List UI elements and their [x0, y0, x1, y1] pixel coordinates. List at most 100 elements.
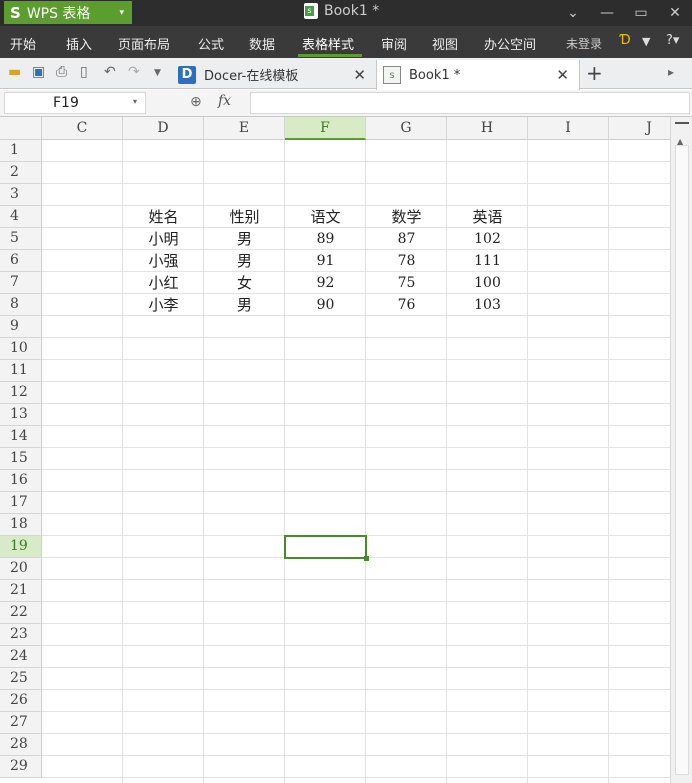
row-header-24[interactable]: 24	[0, 646, 42, 668]
table-cell[interactable]: 小强	[123, 250, 204, 271]
tab-list-icon[interactable]: ▸	[668, 65, 674, 79]
login-link[interactable]: 未登录	[566, 35, 602, 52]
column-header-d[interactable]: D	[123, 117, 204, 140]
menu-review[interactable]: 审阅	[381, 34, 407, 53]
column-header-h[interactable]: H	[447, 117, 528, 140]
shirt-icon[interactable]: ▼	[642, 35, 650, 48]
column-header-c[interactable]: C	[42, 117, 123, 140]
tab-book1[interactable]: s Book1 * ✕	[376, 60, 580, 90]
menu-data[interactable]: 数据	[249, 34, 275, 53]
row-header-16[interactable]: 16	[0, 470, 42, 492]
row-header-10[interactable]: 10	[0, 338, 42, 360]
table-cell[interactable]: 78	[366, 250, 447, 271]
tab-docer[interactable]: D Docer-在线模板 ✕	[172, 60, 376, 89]
chevron-down-icon[interactable]: ▾	[133, 97, 137, 106]
row-header-13[interactable]: 13	[0, 404, 42, 426]
row-header-28[interactable]: 28	[0, 734, 42, 756]
table-cell[interactable]: 小明	[123, 228, 204, 249]
row-header-18[interactable]: 18	[0, 514, 42, 536]
active-cell-selection[interactable]	[284, 535, 369, 561]
table-header-cell[interactable]: 英语	[447, 206, 528, 227]
close-icon[interactable]: ✕	[353, 66, 366, 84]
menu-formulas[interactable]: 公式	[198, 34, 224, 53]
vertical-scrollbar[interactable]: ▲	[670, 117, 692, 783]
spreadsheet-grid[interactable]: C D E F G H I J 1 2 3 4 5 6 7 8 9 10 11 12 13 14 15 16 17 18 19 20 2…	[0, 117, 670, 783]
row-header-11[interactable]: 11	[0, 360, 42, 382]
folder-icon[interactable]: ▬	[8, 64, 21, 80]
table-cell[interactable]: 76	[366, 294, 447, 315]
row-header-14[interactable]: 14	[0, 426, 42, 448]
row-header-23[interactable]: 23	[0, 624, 42, 646]
table-cell[interactable]: 111	[447, 250, 528, 271]
skin-icon[interactable]: Ɗ	[620, 33, 631, 48]
row-header-26[interactable]: 26	[0, 690, 42, 712]
function-icon[interactable]: fx	[218, 93, 231, 109]
formula-input[interactable]	[250, 92, 690, 114]
row-header-17[interactable]: 17	[0, 492, 42, 514]
row-header-7[interactable]: 7	[0, 272, 42, 294]
redo-icon[interactable]: ↷	[128, 64, 140, 80]
table-cell[interactable]: 小李	[123, 294, 204, 315]
menu-home[interactable]: 开始	[10, 34, 36, 53]
row-header-4[interactable]: 4	[0, 206, 42, 228]
dropdown-button[interactable]: ⌄	[556, 0, 590, 26]
row-header-27[interactable]: 27	[0, 712, 42, 734]
help-icon[interactable]: ?▾	[666, 33, 679, 48]
column-header-i[interactable]: I	[528, 117, 609, 140]
table-cell[interactable]: 87	[366, 228, 447, 249]
table-cell[interactable]: 92	[285, 272, 366, 293]
row-header-2[interactable]: 2	[0, 162, 42, 184]
save-icon[interactable]: ▣	[32, 64, 45, 80]
table-header-cell[interactable]: 语文	[285, 206, 366, 227]
scrollbar-thumb[interactable]	[675, 145, 689, 775]
table-cell[interactable]: 女	[204, 272, 285, 293]
table-cell[interactable]: 102	[447, 228, 528, 249]
menu-office-space[interactable]: 办公空间	[484, 34, 536, 53]
minimize-button[interactable]: —	[590, 0, 624, 26]
dropdown-icon[interactable]: ▼	[154, 68, 161, 78]
menu-insert[interactable]: 插入	[66, 34, 92, 53]
app-menu-button[interactable]: S WPS 表格 ▾	[4, 1, 132, 24]
menu-view[interactable]: 视图	[432, 34, 458, 53]
table-cell[interactable]: 男	[204, 294, 285, 315]
print-preview-icon[interactable]: ▯	[80, 64, 88, 80]
table-cell[interactable]: 91	[285, 250, 366, 271]
print-icon[interactable]: ⎙	[56, 64, 67, 80]
table-cell[interactable]: 男	[204, 228, 285, 249]
name-box[interactable]: F19	[4, 92, 146, 114]
menu-table-style[interactable]: 表格样式	[302, 34, 354, 53]
column-header-g[interactable]: G	[366, 117, 447, 140]
row-header-19[interactable]: 19	[0, 536, 42, 558]
close-icon[interactable]: ✕	[556, 66, 569, 84]
row-header-8[interactable]: 8	[0, 294, 42, 316]
fill-handle[interactable]	[364, 556, 369, 561]
menu-page-layout[interactable]: 页面布局	[118, 34, 170, 53]
zoom-icon[interactable]: ⊕	[190, 94, 202, 110]
new-tab-button[interactable]: +	[586, 61, 603, 85]
table-cell[interactable]: 75	[366, 272, 447, 293]
row-header-15[interactable]: 15	[0, 448, 42, 470]
column-header-j[interactable]: J	[609, 117, 670, 140]
row-header-6[interactable]: 6	[0, 250, 42, 272]
table-header-cell[interactable]: 数学	[366, 206, 447, 227]
table-cell[interactable]: 89	[285, 228, 366, 249]
column-header-f[interactable]: F	[285, 117, 366, 140]
row-header-22[interactable]: 22	[0, 602, 42, 624]
table-cell[interactable]: 男	[204, 250, 285, 271]
row-header-29[interactable]: 29	[0, 756, 42, 778]
table-header-cell[interactable]: 性别	[204, 206, 285, 227]
row-header-25[interactable]: 25	[0, 668, 42, 690]
row-header-9[interactable]: 9	[0, 316, 42, 338]
undo-icon[interactable]: ↶	[104, 64, 116, 80]
select-all-corner[interactable]	[0, 117, 42, 140]
row-header-20[interactable]: 20	[0, 558, 42, 580]
row-header-12[interactable]: 12	[0, 382, 42, 404]
row-header-3[interactable]: 3	[0, 184, 42, 206]
row-header-1[interactable]: 1	[0, 140, 42, 162]
table-cell[interactable]: 100	[447, 272, 528, 293]
table-cell[interactable]: 小红	[123, 272, 204, 293]
table-cell[interactable]: 103	[447, 294, 528, 315]
table-cell[interactable]: 90	[285, 294, 366, 315]
maximize-button[interactable]: ▭	[624, 0, 658, 26]
table-header-cell[interactable]: 姓名	[123, 206, 204, 227]
